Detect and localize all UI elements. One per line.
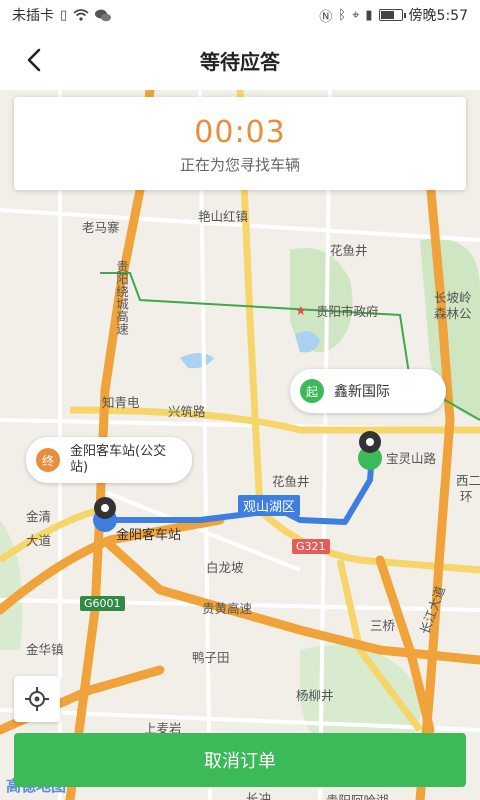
vibrate-icon: ▮ [365,7,373,23]
map-label: 贵阳市政府 [316,304,379,319]
road-label: 兴筑路 [168,404,206,419]
end-pin-callout[interactable]: 终 金阳客车站(公交站) [26,437,192,483]
map-label: 花鱼井 [330,243,368,258]
district-label: 观山湖区 [238,495,301,516]
map-label: 金阳客车站 [116,528,182,543]
map-label: 知青电 [102,395,140,410]
map-label: 杨柳井 [296,688,334,703]
chevron-left-icon [27,48,41,72]
page-title: 等待应答 [200,49,280,74]
svg-text:★: ★ [295,304,307,319]
locate-crosshair-icon [25,687,49,711]
locate-button[interactable] [14,676,60,722]
road-label: 金清 [26,509,52,524]
bluetooth-icon: ᛒ [338,7,347,23]
map-label: 金华镇 [26,642,64,657]
map-label: 花鱼井 [272,474,310,489]
status-bar: 未插卡 ▯ Ⓝ ᛒ ⌖ ▮ 傍晚5:57 [0,0,480,30]
road-label: 大道 [26,533,52,548]
end-badge: 终 [36,448,60,472]
road-label: 宝灵山路 [386,451,437,466]
wechat-icon [95,9,112,21]
road-label: 贵阳绕城高速 [114,260,129,335]
highway-shield: G6001 [80,596,125,611]
road-label: 环 [460,489,473,504]
status-card: 00:03 正在为您寻找车辆 [14,97,466,190]
map-label: 艳山红镇 [198,209,249,224]
map-label: 森林公 [434,306,472,321]
sim-icon: ▯ [60,7,68,23]
start-location-label: 鑫新国际 [334,384,390,400]
start-pin-callout[interactable]: 起 鑫新国际 [290,369,446,413]
map-label: 贵阳阿哈湖 [326,790,389,800]
end-location-label: 金阳客车站(公交站) [70,444,167,475]
map-label: 三桥 [370,618,396,633]
nfc-icon: Ⓝ [319,9,333,25]
clock-text: 傍晚5:57 [408,8,468,24]
status-message: 正在为您寻找车辆 [179,156,300,174]
battery-icon [378,9,406,21]
cancel-order-button[interactable]: 取消订单 [14,733,466,787]
location-icon: ⌖ [352,7,360,23]
map-label: 长冲 [246,791,272,800]
carrier-text: 未插卡 [12,8,54,24]
highway-shield: G321 [292,539,330,554]
wait-timer: 00:03 [194,115,286,150]
back-button[interactable] [18,44,50,76]
road-label: 贵黄高速 [202,601,253,616]
start-badge: 起 [300,379,324,403]
map-label: 鸭子田 [192,650,230,665]
map-label: 老马寨 [82,220,120,235]
wifi-icon [73,9,89,21]
map-label: 白龙坡 [206,560,244,575]
nav-bar: 等待应答 [0,30,480,90]
